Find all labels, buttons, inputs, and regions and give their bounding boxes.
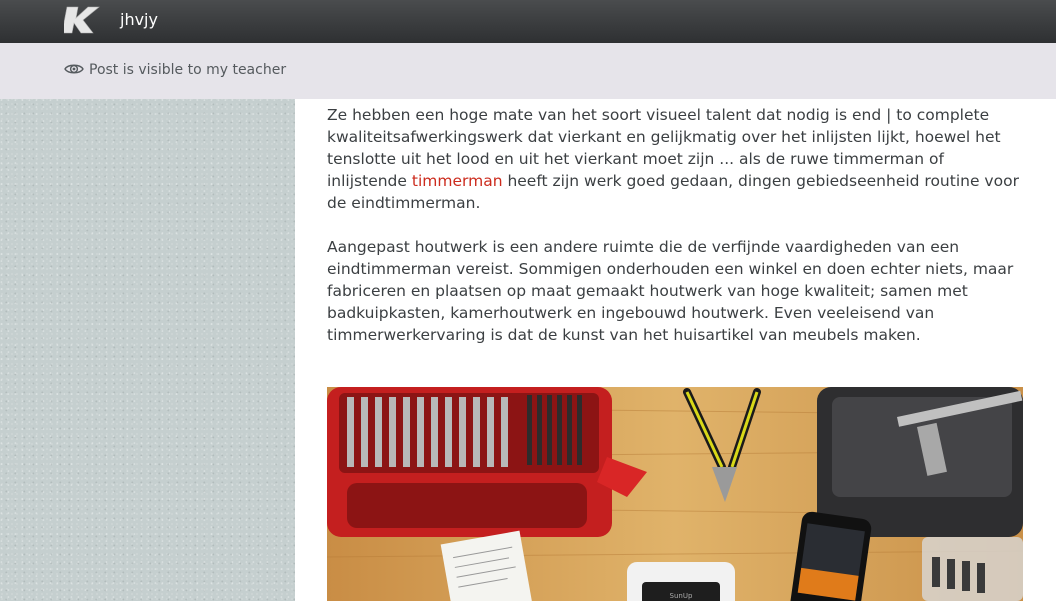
- eye-icon: [64, 64, 84, 74]
- post-paragraph-2: Aangepast houtwerk is een andere ruimte …: [327, 238, 1014, 344]
- post-body: Ze hebben een hoge mate van het soort vi…: [327, 104, 1027, 368]
- card-reader-label: SunUp: [670, 592, 693, 600]
- timmerman-link[interactable]: timmerman: [412, 172, 503, 190]
- post-image-tools: SunUp: [327, 387, 1023, 601]
- site-name-link[interactable]: jhvjy: [120, 10, 158, 30]
- tools-photo-illustration: SunUp: [327, 387, 1023, 601]
- kidblog-logo-icon[interactable]: [64, 5, 100, 35]
- top-navigation-bar: jhvjy: [0, 0, 1056, 44]
- visibility-label: Post is visible to my teacher: [89, 62, 287, 78]
- post-paragraph-1: Ze hebben een hoge mate van het soort vi…: [327, 104, 1027, 214]
